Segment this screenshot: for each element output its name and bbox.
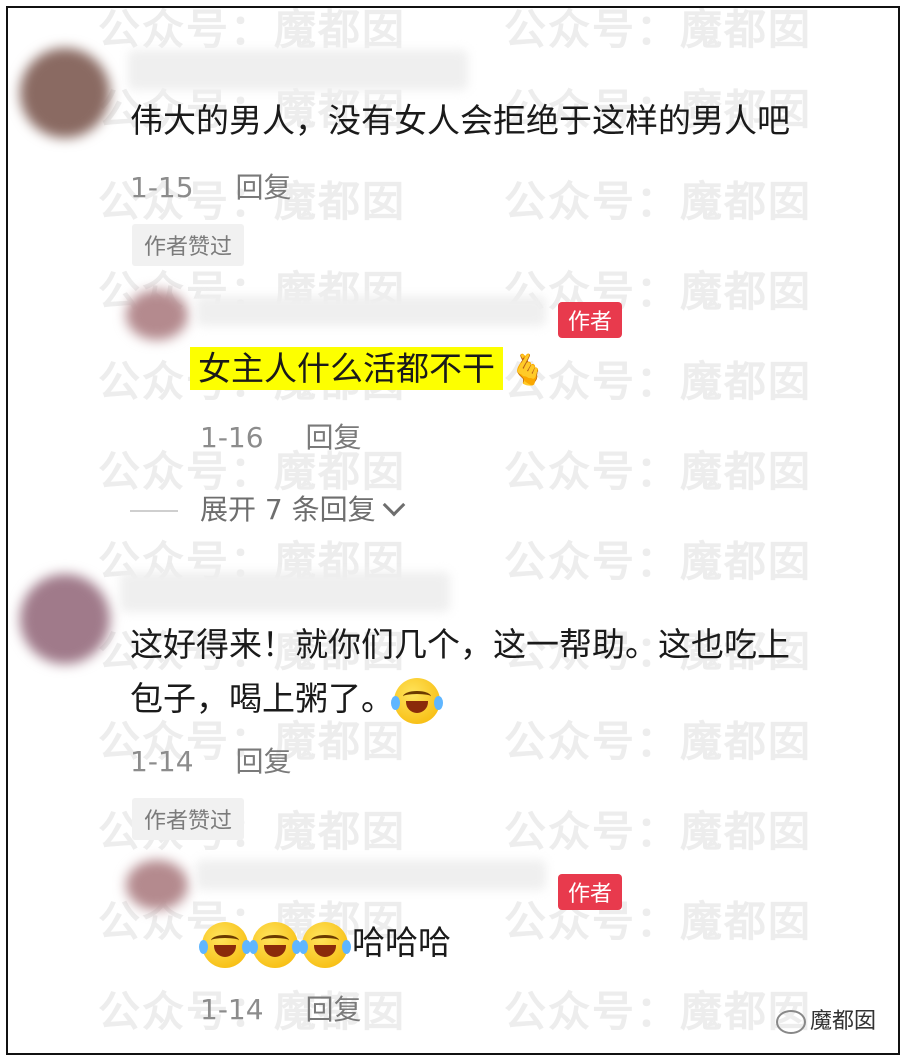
watermark-right: 魔都囡 <box>680 357 813 406</box>
watermark-right: 魔都囡 <box>680 6 813 54</box>
comment-screenshot: 公众号：魔都囡 公众号：魔都囡 公众号：魔都囡 公众号：魔都囡 公众号：魔都囡 … <box>6 6 900 1055</box>
comment-meta: 1-14 回复 <box>130 740 292 780</box>
reply-text: 哈哈哈 <box>352 923 451 962</box>
avatar[interactable] <box>126 290 188 340</box>
laugh-cry-icon <box>199 921 251 968</box>
watermark-left: 公众号： <box>98 6 275 54</box>
wechat-icon <box>775 1010 806 1034</box>
watermark-right: 魔都囡 <box>680 897 813 946</box>
watermark: 公众号：魔都囡 <box>504 528 812 589</box>
reply-date: 1-14 <box>200 993 264 1026</box>
comment-text: 伟大的男人，没有女人会拒绝于这样的男人吧 <box>130 101 790 140</box>
watermark-left: 公众号： <box>504 6 681 54</box>
avatar[interactable] <box>20 48 110 138</box>
comment-text-line2: 包子，喝上粥了。 <box>130 670 444 728</box>
watermark-left: 公众号： <box>504 807 681 856</box>
watermark-left: 公众号： <box>504 447 681 496</box>
author-badge: 作者 <box>558 874 623 910</box>
brand-name: 魔都囡 <box>809 1009 876 1034</box>
reply-button[interactable]: 回复 <box>306 421 362 454</box>
reply-text: 女主人什么活都不干 <box>190 347 503 390</box>
reply-button[interactable]: 回复 <box>236 171 292 204</box>
avatar[interactable] <box>20 574 110 664</box>
author-liked-tag: 作者赞过 <box>132 224 245 266</box>
laugh-cry-icon <box>299 921 351 968</box>
brand-mark: 魔都囡 <box>775 1003 876 1035</box>
watermark-right: 魔都囡 <box>680 807 813 856</box>
watermark: 公众号：魔都囡 <box>504 708 812 769</box>
watermark: 公众号：魔都囡 <box>504 258 812 319</box>
username-blurred[interactable] <box>196 296 546 326</box>
watermark-right: 魔都囡 <box>680 267 813 316</box>
watermark-left: 公众号： <box>504 177 681 226</box>
watermark: 公众号：魔都囡 <box>504 6 813 57</box>
watermark: 公众号：魔都囡 <box>504 348 812 409</box>
watermark-right: 魔都囡 <box>274 807 407 856</box>
watermark: 公众号：魔都囡 <box>504 438 812 499</box>
laugh-cry-icon <box>249 921 301 968</box>
reply-date: 1-16 <box>200 421 264 454</box>
reply-meta: 1-14 回复 <box>200 988 362 1028</box>
reply-content: 哈哈哈 <box>199 918 451 968</box>
comment-date: 1-15 <box>130 171 194 204</box>
expand-replies[interactable]: 展开 7 条回复 <box>130 488 405 528</box>
watermark: 公众号：魔都囡 <box>504 888 812 949</box>
comment-meta: 1-15 回复 <box>130 166 292 206</box>
watermark-right: 魔都囡 <box>680 177 813 226</box>
watermark-left: 公众号： <box>504 717 681 766</box>
watermark-right: 魔都囡 <box>680 717 813 766</box>
comment-text-line1: 这好得来！就你们几个，这一帮助。这也吃上 <box>130 625 790 664</box>
watermark-right: 魔都囡 <box>274 177 407 226</box>
reply-button[interactable]: 回复 <box>306 993 362 1026</box>
chevron-down-icon <box>382 493 405 517</box>
watermark-left: 公众号： <box>504 987 681 1036</box>
finger-heart-icon: 🫰 <box>509 352 547 388</box>
reply-button[interactable]: 回复 <box>236 745 292 778</box>
watermark: 公众号：魔都囡 <box>504 798 812 859</box>
reply-meta: 1-16 回复 <box>200 416 362 456</box>
reply-content: 女主人什么活都不干 🫰 <box>190 346 546 394</box>
watermark-left: 公众号： <box>504 537 681 586</box>
divider-line <box>130 510 178 512</box>
username-blurred[interactable] <box>120 572 450 612</box>
username-blurred[interactable] <box>128 50 468 90</box>
watermark: 公众号：魔都囡 <box>504 978 812 1039</box>
laugh-cry-icon <box>391 677 443 724</box>
username-blurred[interactable] <box>196 860 546 890</box>
author-badge: 作者 <box>558 302 623 338</box>
comment-date: 1-14 <box>130 745 194 778</box>
comment-text-line2-value: 包子，喝上粥了。 <box>130 679 394 718</box>
watermark-right: 魔都囡 <box>274 6 407 54</box>
avatar[interactable] <box>126 860 188 910</box>
watermark-right: 魔都囡 <box>680 447 813 496</box>
watermark: 公众号：魔都囡 <box>504 168 812 229</box>
author-liked-tag: 作者赞过 <box>132 798 245 840</box>
expand-label: 展开 7 条回复 <box>200 493 376 526</box>
watermark-right: 魔都囡 <box>680 537 813 586</box>
